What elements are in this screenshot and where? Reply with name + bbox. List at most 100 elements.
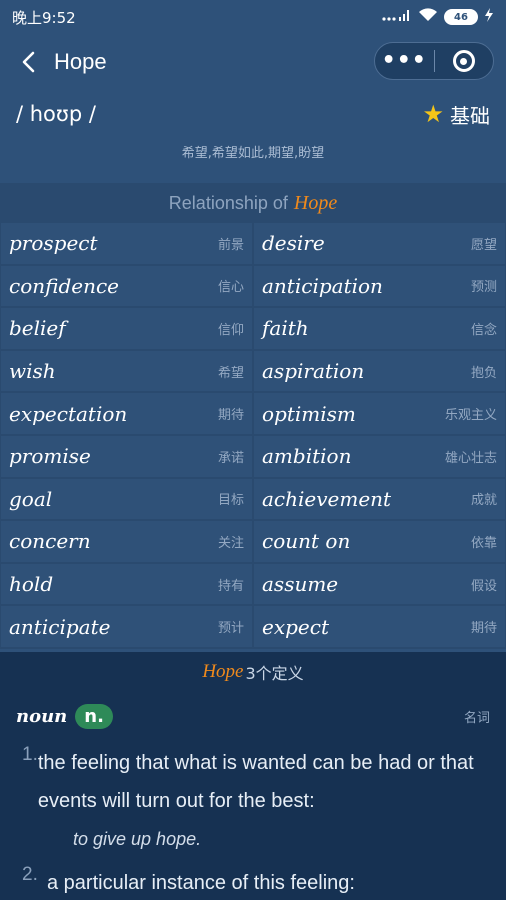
relationship-word-cn: 期待 xyxy=(470,621,497,637)
chevron-left-icon xyxy=(22,51,35,73)
relationship-item[interactable]: promise 承诺 xyxy=(1,435,252,477)
page-title: Hope xyxy=(54,49,107,74)
relationship-item[interactable]: concern 关注 xyxy=(1,521,252,562)
signal-icon xyxy=(382,8,412,26)
relationship-word-cn: 依靠 xyxy=(470,535,497,551)
sense-text: a particular instance of this feeling: xyxy=(47,872,355,894)
more-dots-icon: ••• xyxy=(381,48,427,73)
sense-example: to give up hope. xyxy=(73,829,202,849)
relationship-word-cn: 前景 xyxy=(217,237,244,253)
relationship-item[interactable]: desire 愿望 xyxy=(254,223,505,264)
relationship-word-en: concern xyxy=(9,529,91,554)
relationship-item[interactable]: faith 信念 xyxy=(254,308,505,349)
relationship-word-en: belief xyxy=(9,316,66,341)
relationship-item[interactable]: expect 期待 xyxy=(254,606,505,647)
relationship-word-cn: 希望 xyxy=(217,365,244,381)
relationship-word-cn: 信仰 xyxy=(217,322,244,338)
relationship-item[interactable]: hold 持有 xyxy=(1,563,252,605)
relationship-item[interactable]: anticipate 预计 xyxy=(1,606,252,647)
relationship-item[interactable]: optimism 乐观主义 xyxy=(254,393,505,434)
target-icon xyxy=(452,50,475,72)
relationship-word-en: aspiration xyxy=(262,359,365,384)
relationship-word-cn: 雄心壮志 xyxy=(444,450,497,466)
sense-text: the feeling that what is wanted can be h… xyxy=(37,752,474,812)
phonetic-row: / hoʊp / ★ 基础 xyxy=(0,92,506,136)
relationship-word-cn: 信心 xyxy=(217,280,244,296)
level-badge[interactable]: ★ 基础 xyxy=(422,100,490,129)
relationship-word-cn: 信念 xyxy=(470,322,497,338)
status-icons: 46 xyxy=(382,8,494,26)
sense-number: 1. xyxy=(22,744,38,765)
status-bar: 晚上9:52 46 xyxy=(0,0,506,34)
relationship-word-cn: 关注 xyxy=(217,535,244,551)
relationship-word-cn: 愿望 xyxy=(470,237,497,253)
relationship-item[interactable]: goal 目标 xyxy=(1,478,252,520)
battery-icon: 46 xyxy=(444,9,478,25)
relationship-word-cn: 预计 xyxy=(217,621,244,637)
relationship-word-cn: 目标 xyxy=(217,493,244,509)
close-button[interactable] xyxy=(435,43,494,79)
more-button[interactable]: ••• xyxy=(375,43,434,79)
wifi-icon xyxy=(418,8,438,26)
relationship-word-en: faith xyxy=(262,316,309,341)
definitions-area: Hope 3个定义 noun n. 名词 1. the feeling that… xyxy=(0,652,506,900)
relationship-word-en: ambition xyxy=(262,444,352,469)
relationship-word-cn: 假设 xyxy=(470,578,497,594)
relationship-word-en: wish xyxy=(9,359,56,384)
translation: 希望,希望如此,期望,盼望 xyxy=(181,146,325,161)
relationship-title-prefix: Relationship of xyxy=(168,192,288,213)
star-icon: ★ xyxy=(422,100,444,128)
relationship-word-en: expect xyxy=(262,614,329,639)
sense-number: 2. xyxy=(22,864,38,885)
relationship-word-en: assume xyxy=(262,572,339,597)
relationship-word-en: expectation xyxy=(9,401,128,426)
relationship-word-en: promise xyxy=(9,444,91,469)
relationship-word-cn: 抱负 xyxy=(470,365,497,381)
relationship-item[interactable]: count on 依靠 xyxy=(254,521,505,562)
relationship-item[interactable]: assume 假设 xyxy=(254,563,505,605)
part-of-speech: noun xyxy=(16,705,68,727)
relationship-item[interactable]: belief 信仰 xyxy=(1,308,252,349)
relationship-word-cn: 预测 xyxy=(470,280,497,296)
relationship-item[interactable]: ambition 雄心壮志 xyxy=(254,435,505,477)
relationship-word-en: count on xyxy=(262,529,351,554)
relationship-grid: prospect 前景 desire 愿望 confidence 信心 anticipati… xyxy=(0,223,506,647)
level-label: 基础 xyxy=(450,103,490,128)
relationship-word-en: optimism xyxy=(262,401,356,426)
relationship-word-cn: 成就 xyxy=(470,493,497,509)
relationship-item[interactable]: anticipation 预测 xyxy=(254,265,505,307)
relationship-item[interactable]: achievement 成就 xyxy=(254,478,505,520)
relationship-word-cn: 持有 xyxy=(217,578,244,594)
relationship-word-en: anticipation xyxy=(262,273,383,298)
relationship-word-en: hold xyxy=(9,572,54,597)
relationship-word-en: prospect xyxy=(9,231,98,256)
header: Hope ••• xyxy=(0,34,506,90)
mini-program-capsule: ••• xyxy=(374,42,494,80)
sense-1: 1. the feeling that what is wanted can b… xyxy=(0,740,506,820)
relationship-item[interactable]: expectation 期待 xyxy=(1,393,252,434)
relationship-word-cn: 期待 xyxy=(217,408,244,424)
relationship-word-en: achievement xyxy=(262,486,392,511)
relationship-item[interactable]: prospect 前景 xyxy=(1,223,252,264)
definition-count: Hope 3个定义 xyxy=(0,652,506,692)
part-of-speech-row: noun n. 名词 xyxy=(0,692,506,740)
relationship-panel: Relationship of Hope prospect 前景 desire 愿望 c… xyxy=(0,183,506,649)
relationship-word-en: confidence xyxy=(9,273,120,298)
relationship-item[interactable]: aspiration 抱负 xyxy=(254,350,505,392)
relationship-word: Hope xyxy=(293,191,338,214)
relationship-word-en: goal xyxy=(9,486,53,511)
definition-count-label: 3个定义 xyxy=(245,664,304,683)
relationship-item[interactable]: wish 希望 xyxy=(1,350,252,392)
relationship-word-en: desire xyxy=(262,231,325,256)
charging-icon xyxy=(484,8,494,26)
sense-2: 2. a particular instance of this feeling… xyxy=(0,860,506,900)
definition-word: Hope xyxy=(202,661,244,682)
back-button[interactable] xyxy=(10,42,46,82)
relationship-title: Relationship of Hope xyxy=(0,183,506,223)
relationship-word-cn: 承诺 xyxy=(217,450,244,466)
relationship-item[interactable]: confidence 信心 xyxy=(1,265,252,307)
phonetic: / hoʊp / xyxy=(16,102,96,126)
pos-chinese: 名词 xyxy=(463,710,490,726)
relationship-word-cn: 乐观主义 xyxy=(444,408,497,424)
status-time: 晚上9:52 xyxy=(12,8,76,27)
